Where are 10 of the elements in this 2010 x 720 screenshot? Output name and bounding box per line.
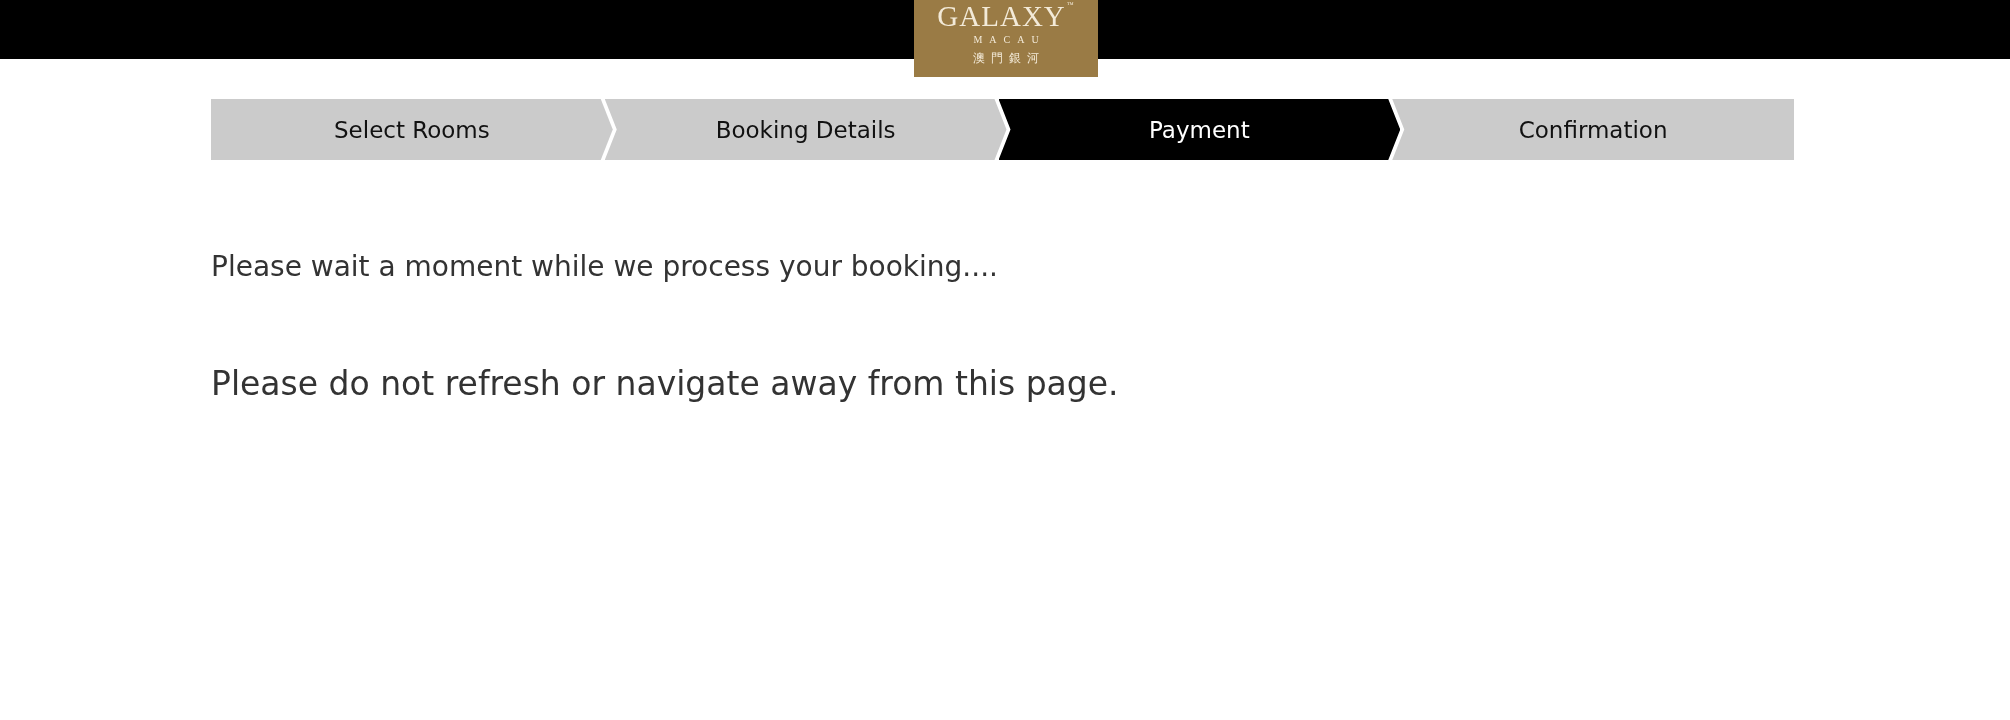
progress-step: Confirmation — [1392, 99, 1794, 160]
progress-step: Booking Details — [604, 99, 1007, 160]
logo[interactable]: GALAXY$^{™}$ MACAU 澳門銀河 — [914, 0, 1098, 77]
logo-city: MACAU — [972, 33, 1046, 47]
status-message: Please do not refresh or navigate away from this page. — [211, 363, 1120, 405]
progress-step: Select Rooms — [211, 99, 613, 160]
status-message: Please wait a moment while we process your booking.... — [211, 249, 999, 285]
progress-step: Payment — [998, 99, 1401, 160]
logo-chinese: 澳門銀河 — [972, 50, 1045, 67]
logo-name: GALAXY — [937, 0, 1066, 32]
